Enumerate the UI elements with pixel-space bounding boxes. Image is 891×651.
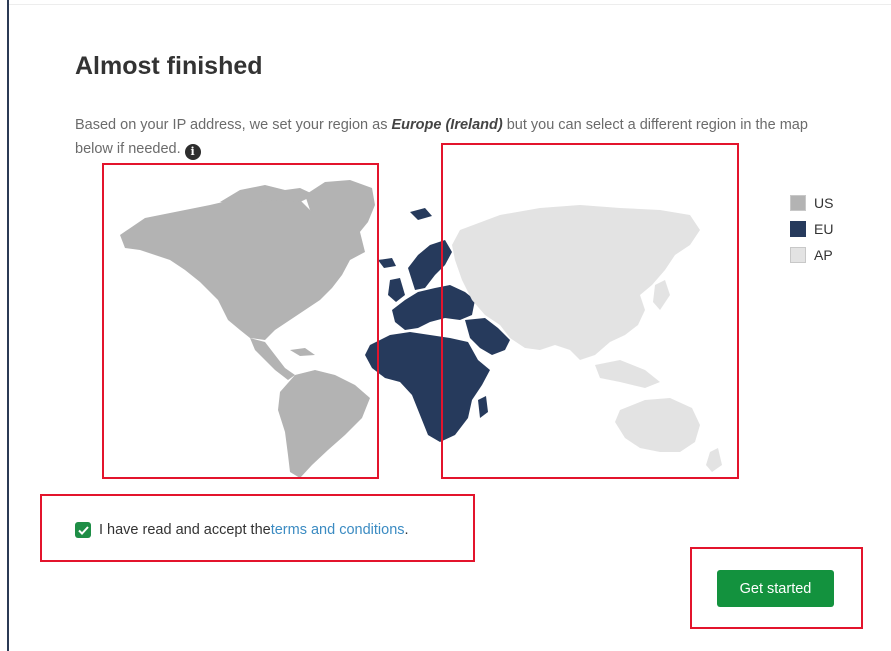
legend-item-eu[interactable]: EU [790,216,833,242]
legend-item-us[interactable]: US [790,190,833,216]
legend-swatch-eu [790,221,806,237]
madagascar-shape [478,396,488,418]
svalbard-shape [410,208,432,220]
map-region-us[interactable] [120,180,375,478]
get-started-button[interactable]: Get started [717,570,834,607]
legend-swatch-ap [790,247,806,263]
terms-acceptance: I have read and accept the terms and con… [75,522,409,538]
info-icon[interactable]: i [184,144,201,160]
japan-shape [653,280,670,310]
terms-link[interactable]: terms and conditions [271,522,405,538]
legend-label-us: US [814,195,834,211]
iceland-shape [378,258,396,268]
africa-shape [365,332,490,442]
terms-prefix: I have read and accept the [99,522,271,538]
terms-suffix: . [404,522,409,538]
legend-label-eu: EU [814,221,834,237]
south-america-shape [278,370,370,478]
region-description: Based on your IP address, we set your re… [75,113,835,161]
legend-item-ap[interactable]: AP [790,242,833,268]
uk-ireland-shape [388,278,405,302]
detected-region: Europe (Ireland) [391,117,503,133]
legend-swatch-us [790,195,806,211]
checkmark-icon [77,525,89,535]
region-legend: US EU AP [790,190,833,268]
europe-shape [392,285,475,330]
legend-label-ap: AP [814,247,833,263]
australia-shape [615,398,700,452]
terms-checkbox[interactable] [75,522,91,538]
description-before: Based on your IP address, we set your re… [75,117,392,133]
world-map-svg [120,180,722,478]
southeast-asia-shape [595,360,660,388]
region-map [100,160,770,480]
central-america-shape [250,338,295,380]
page-title: Almost finished [75,52,263,80]
caribbean-shape [290,348,315,356]
new-zealand-shape [706,448,722,472]
modal-left-border [7,0,9,651]
scandinavia-shape [408,240,452,290]
modal-top-border [9,4,891,5]
